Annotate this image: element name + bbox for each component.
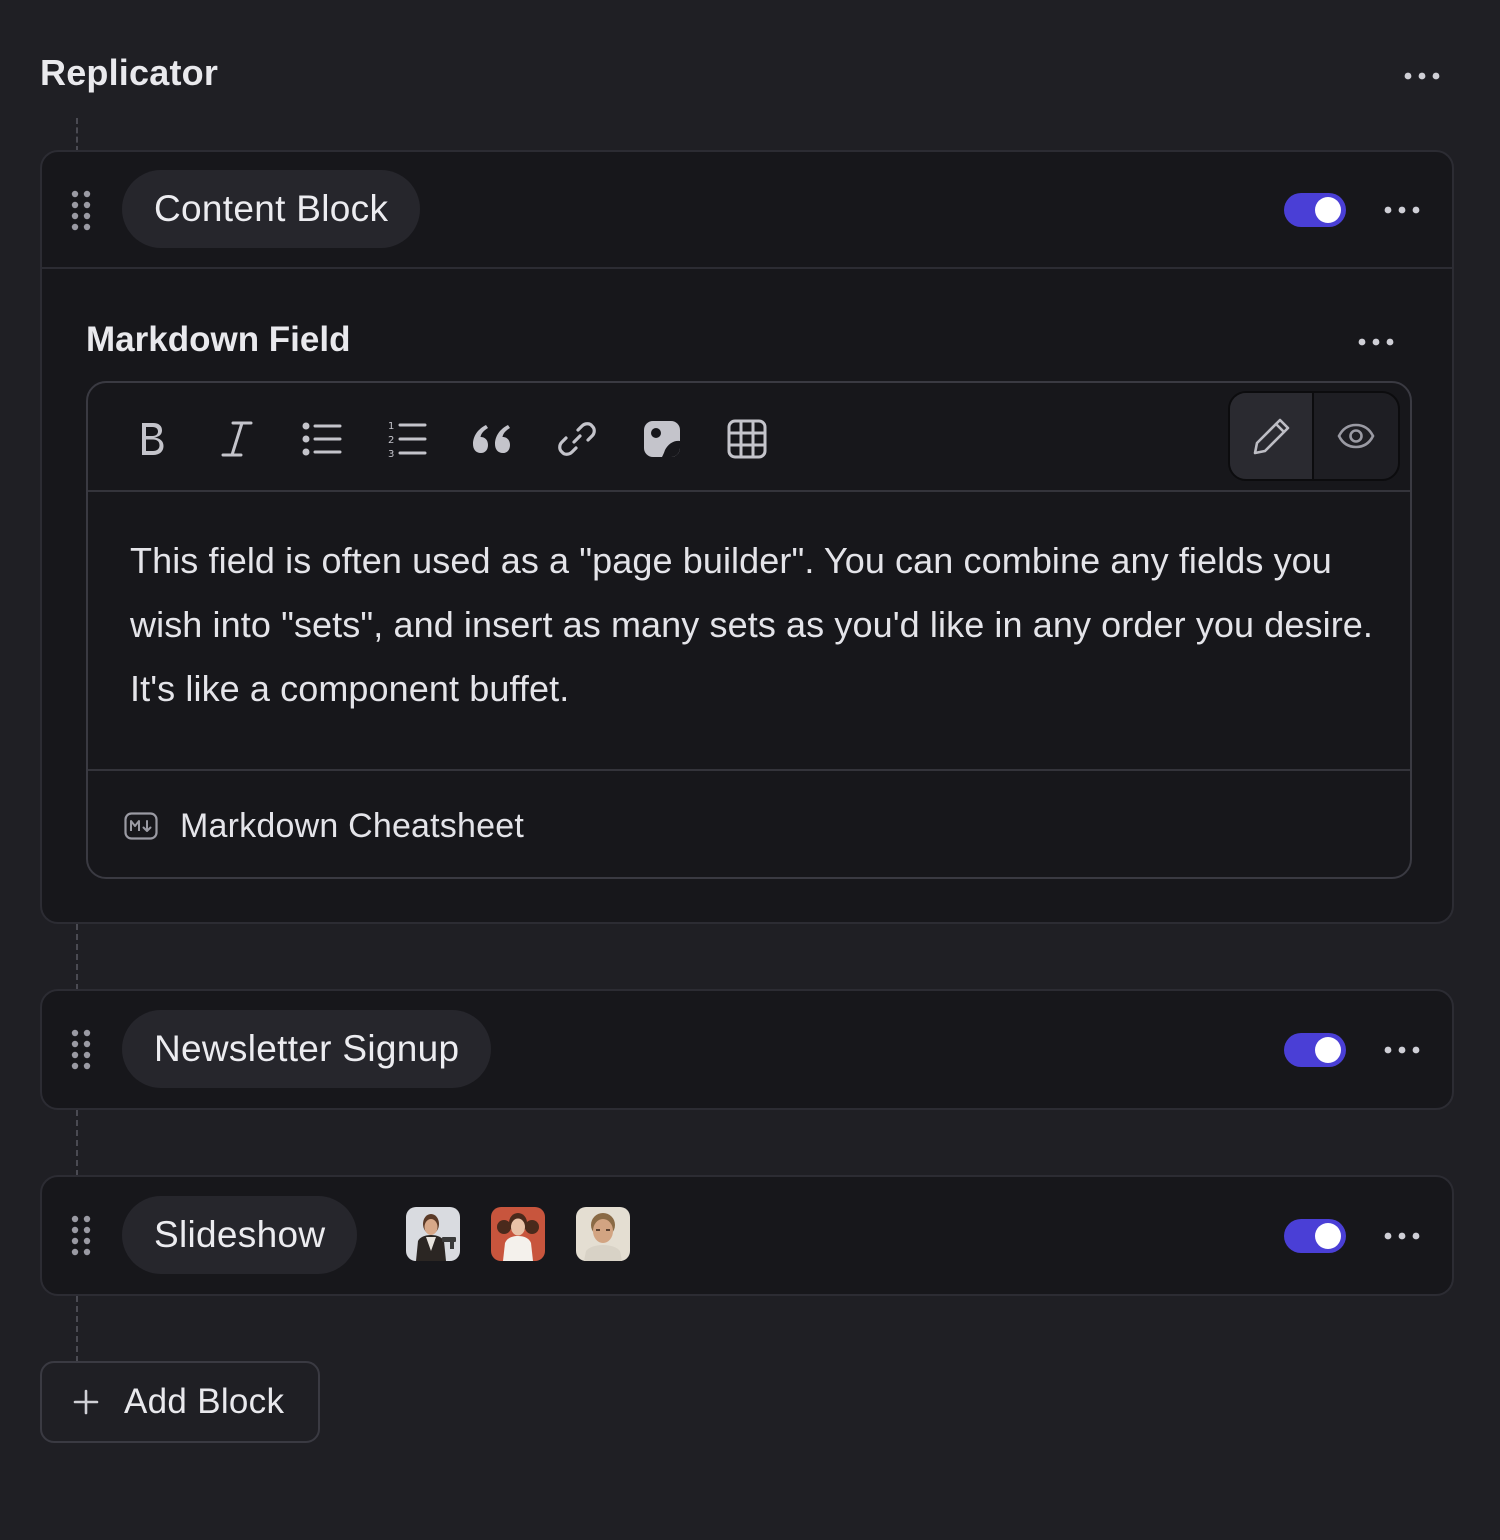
edit-mode-button[interactable] [1230,393,1314,479]
italic-button[interactable] [209,411,265,467]
content-block-set: Content Block Markdown Field 1 2 3 This … [40,150,1454,924]
divider [42,267,1452,269]
replicator-menu-button[interactable] [1398,56,1446,96]
preview-mode-button[interactable] [1314,393,1398,479]
block-menu-button[interactable] [1378,1216,1426,1256]
image-icon [644,421,680,457]
bold-button[interactable] [124,411,180,467]
editor-mode-switch [1228,391,1400,481]
svg-text:3: 3 [388,449,394,459]
enabled-toggle[interactable] [1284,1033,1346,1067]
block-menu-button[interactable] [1378,190,1426,230]
block-menu-button[interactable] [1378,1030,1426,1070]
field-label: Markdown Field [86,320,351,359]
toggle-knob [1315,197,1341,223]
bullet-list-button[interactable] [294,411,350,467]
quote-icon [473,425,510,453]
slideshow-thumbnail [491,1207,545,1261]
drag-grip-icon [71,1215,91,1256]
set-label-pill[interactable]: Slideshow [122,1196,358,1274]
drag-handle[interactable] [66,186,96,234]
connector-line [76,118,78,152]
bold-icon [142,423,164,455]
numbered-list-icon: 1 2 3 [388,421,427,459]
slideshow-set: Slideshow [40,1175,1454,1296]
more-horizontal-icon [1384,1046,1420,1054]
set-label-pill[interactable]: Newsletter Signup [122,1010,492,1088]
connector-line [76,924,78,990]
bullet-list-icon [302,422,342,456]
drag-grip-icon [71,1029,91,1070]
portrait-thumbnail [491,1207,545,1261]
italic-icon [221,421,253,457]
toggle-knob [1315,1223,1341,1249]
drag-handle[interactable] [66,1211,96,1259]
add-block-button[interactable]: Add Block [40,1361,320,1443]
slideshow-thumbnail [406,1207,460,1261]
drag-handle[interactable] [66,1025,96,1073]
edit-pencil-icon [1253,418,1290,455]
portrait-thumbnail [406,1207,460,1261]
svg-text:1: 1 [388,421,394,432]
connector-line [76,1296,78,1362]
field-menu-button[interactable] [1352,322,1400,362]
cheatsheet-label: Markdown Cheatsheet [180,806,524,845]
set-label-pill[interactable]: Content Block [122,170,421,248]
markdown-icon [124,812,158,840]
quote-button[interactable] [464,411,520,467]
link-icon [558,422,596,456]
toolbar-divider [88,490,1410,492]
footer-divider [88,769,1410,771]
portrait-thumbnail [576,1207,630,1261]
more-horizontal-icon [1384,1232,1420,1240]
image-button[interactable] [634,411,690,467]
slideshow-thumbnail [576,1207,630,1261]
link-button[interactable] [549,411,605,467]
table-button[interactable] [719,411,775,467]
more-horizontal-icon [1358,338,1394,346]
enabled-toggle[interactable] [1284,1219,1346,1253]
plus-icon [73,1389,99,1415]
markdown-editor: 1 2 3 This field is often used as a "pag… [86,381,1412,879]
more-horizontal-icon [1384,206,1420,214]
markdown-cheatsheet-link[interactable]: Markdown Cheatsheet [124,793,524,859]
page-title: Replicator [40,52,219,93]
add-block-label: Add Block [124,1382,285,1421]
block-header: Content Block [42,152,1452,268]
enabled-toggle[interactable] [1284,193,1346,227]
markdown-content-textarea[interactable]: This field is often used as a "page buil… [130,529,1380,721]
preview-eye-icon [1337,423,1375,449]
numbered-list-button[interactable]: 1 2 3 [379,411,435,467]
toggle-knob [1315,1037,1341,1063]
newsletter-signup-set: Newsletter Signup [40,989,1454,1110]
more-horizontal-icon [1404,72,1440,80]
drag-grip-icon [71,190,91,231]
table-icon [727,419,767,459]
svg-text:2: 2 [388,435,394,446]
connector-line [76,1110,78,1176]
